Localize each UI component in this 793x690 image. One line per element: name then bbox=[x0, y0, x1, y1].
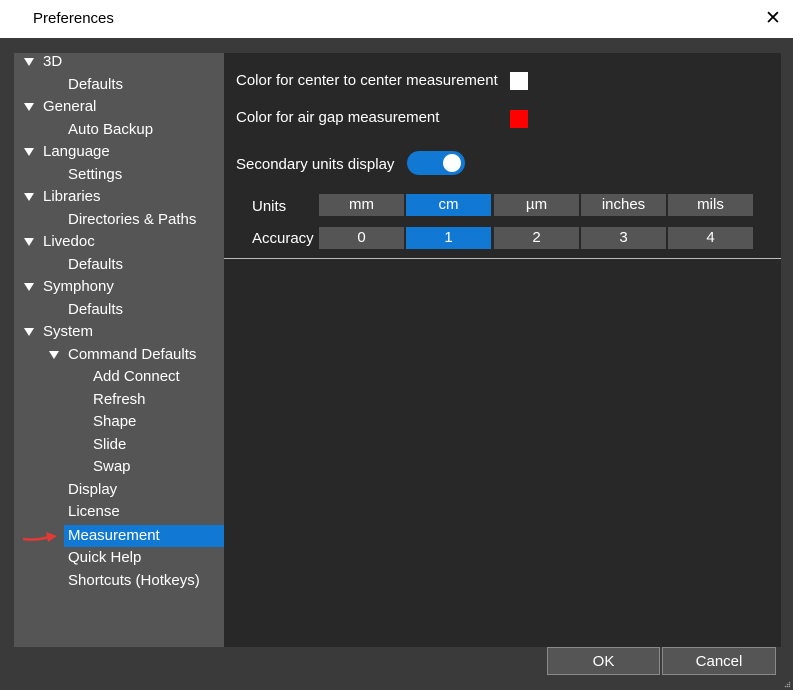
tree-item-quick-help[interactable]: Quick Help bbox=[14, 547, 224, 569]
tree-item-label: Auto Backup bbox=[68, 121, 154, 138]
tree-item-label: General bbox=[43, 98, 97, 115]
tree-item-label: Measurement bbox=[68, 527, 160, 544]
toggle-knob bbox=[443, 154, 461, 172]
expand-triangle-icon[interactable] bbox=[24, 328, 34, 336]
expand-triangle-icon[interactable] bbox=[24, 58, 34, 66]
tree-item-auto-backup[interactable]: Auto Backup bbox=[14, 119, 224, 141]
tree-item-refresh[interactable]: Refresh bbox=[14, 389, 224, 411]
airgap-color-swatch[interactable] bbox=[510, 110, 528, 128]
secondary-units-toggle[interactable] bbox=[407, 151, 465, 175]
expand-triangle-icon[interactable] bbox=[24, 283, 34, 291]
tree-item-label: Display bbox=[68, 481, 118, 498]
tree-item-label: Shape bbox=[93, 413, 137, 430]
tree-item-language[interactable]: Language bbox=[14, 141, 224, 163]
expand-triangle-icon[interactable] bbox=[24, 193, 34, 201]
window-title: Preferences bbox=[33, 10, 114, 27]
units-option-inches[interactable]: inches bbox=[581, 194, 666, 216]
accuracy-option-0[interactable]: 0 bbox=[319, 227, 404, 249]
tree-item-shape[interactable]: Shape bbox=[14, 411, 224, 433]
tree-item-libraries[interactable]: Libraries bbox=[14, 186, 224, 208]
tree-item-label: Command Defaults bbox=[68, 346, 197, 363]
secondary-units-label: Secondary units display bbox=[236, 156, 395, 173]
airgap-color-label: Color for air gap measurement bbox=[236, 109, 440, 126]
title-bar: Preferences ✕ bbox=[0, 0, 793, 38]
tree-item-3d-defaults[interactable]: Defaults bbox=[14, 74, 224, 96]
tree-item-slide[interactable]: Slide bbox=[14, 434, 224, 456]
tree-item-livedoc-defaults[interactable]: Defaults bbox=[14, 254, 224, 276]
accuracy-option-4[interactable]: 4 bbox=[668, 227, 753, 249]
accuracy-option-3[interactable]: 3 bbox=[581, 227, 666, 249]
annotation-arrow-icon bbox=[23, 532, 57, 542]
tree-item-label: Refresh bbox=[93, 391, 146, 408]
tree-item-command-defaults[interactable]: Command Defaults bbox=[14, 344, 224, 366]
tree-item-shortcuts[interactable]: Shortcuts (Hotkeys) bbox=[14, 570, 224, 592]
tree-item-label: Swap bbox=[93, 458, 131, 475]
tree-item-label: Quick Help bbox=[68, 549, 142, 566]
expand-triangle-icon[interactable] bbox=[24, 103, 34, 111]
units-option-mils[interactable]: mils bbox=[668, 194, 753, 216]
tree-item-label: 3D bbox=[43, 53, 63, 70]
units-label: Units bbox=[252, 198, 287, 215]
tree-item-language-settings[interactable]: Settings bbox=[14, 164, 224, 186]
tree-item-directories-paths[interactable]: Directories & Paths bbox=[14, 209, 224, 231]
section-divider bbox=[224, 258, 781, 259]
close-icon[interactable]: ✕ bbox=[758, 4, 788, 32]
tree-item-add-connect[interactable]: Add Connect bbox=[14, 366, 224, 388]
tree-item-label: Language bbox=[43, 143, 110, 160]
tree-item-measurement[interactable]: Measurement bbox=[64, 525, 224, 547]
tree-item-label: Shortcuts (Hotkeys) bbox=[68, 572, 200, 589]
tree-item-label: System bbox=[43, 323, 94, 340]
units-option-cm[interactable]: cm bbox=[406, 194, 491, 216]
tree-item-label: Slide bbox=[93, 436, 127, 453]
accuracy-label: Accuracy bbox=[252, 230, 314, 247]
measurement-settings-panel bbox=[224, 53, 781, 647]
center-color-swatch[interactable] bbox=[510, 72, 528, 90]
tree-item-display[interactable]: Display bbox=[14, 479, 224, 501]
tree-item-label: Symphony bbox=[43, 278, 114, 295]
expand-triangle-icon[interactable] bbox=[24, 148, 34, 156]
units-option-mm[interactable]: mm bbox=[319, 194, 404, 216]
tree-item-license[interactable]: License bbox=[14, 501, 224, 523]
tree-item-livedoc[interactable]: Livedoc bbox=[14, 231, 224, 253]
accuracy-option-1[interactable]: 1 bbox=[406, 227, 491, 249]
tree-item-3d[interactable]: 3D bbox=[14, 53, 224, 73]
tree-item-system[interactable]: System bbox=[14, 321, 224, 343]
tree-item-swap[interactable]: Swap bbox=[14, 456, 224, 478]
tree-item-symphony-defaults[interactable]: Defaults bbox=[14, 299, 224, 321]
tree-item-label: Livedoc bbox=[43, 233, 95, 250]
expand-triangle-icon[interactable] bbox=[49, 351, 59, 359]
tree-item-label: Defaults bbox=[68, 76, 124, 93]
expand-triangle-icon[interactable] bbox=[24, 238, 34, 246]
tree-item-general[interactable]: General bbox=[14, 96, 224, 118]
tree-item-symphony[interactable]: Symphony bbox=[14, 276, 224, 298]
accuracy-option-2[interactable]: 2 bbox=[494, 227, 579, 249]
ok-button[interactable]: OK bbox=[547, 647, 660, 675]
center-color-label: Color for center to center measurement bbox=[236, 72, 498, 89]
preferences-tree: 3D Defaults General Auto Backup Language… bbox=[14, 53, 224, 647]
tree-item-label: Directories & Paths bbox=[68, 211, 197, 228]
tree-item-label: Defaults bbox=[68, 256, 124, 273]
tree-item-label: Settings bbox=[68, 166, 123, 183]
tree-item-label: License bbox=[68, 503, 120, 520]
cancel-button[interactable]: Cancel bbox=[662, 647, 776, 675]
tree-item-label: Defaults bbox=[68, 301, 124, 318]
tree-item-label: Libraries bbox=[43, 188, 101, 205]
resize-grip-icon[interactable] bbox=[784, 681, 791, 688]
units-option-um[interactable]: µm bbox=[494, 194, 579, 216]
tree-item-label: Add Connect bbox=[93, 368, 180, 385]
